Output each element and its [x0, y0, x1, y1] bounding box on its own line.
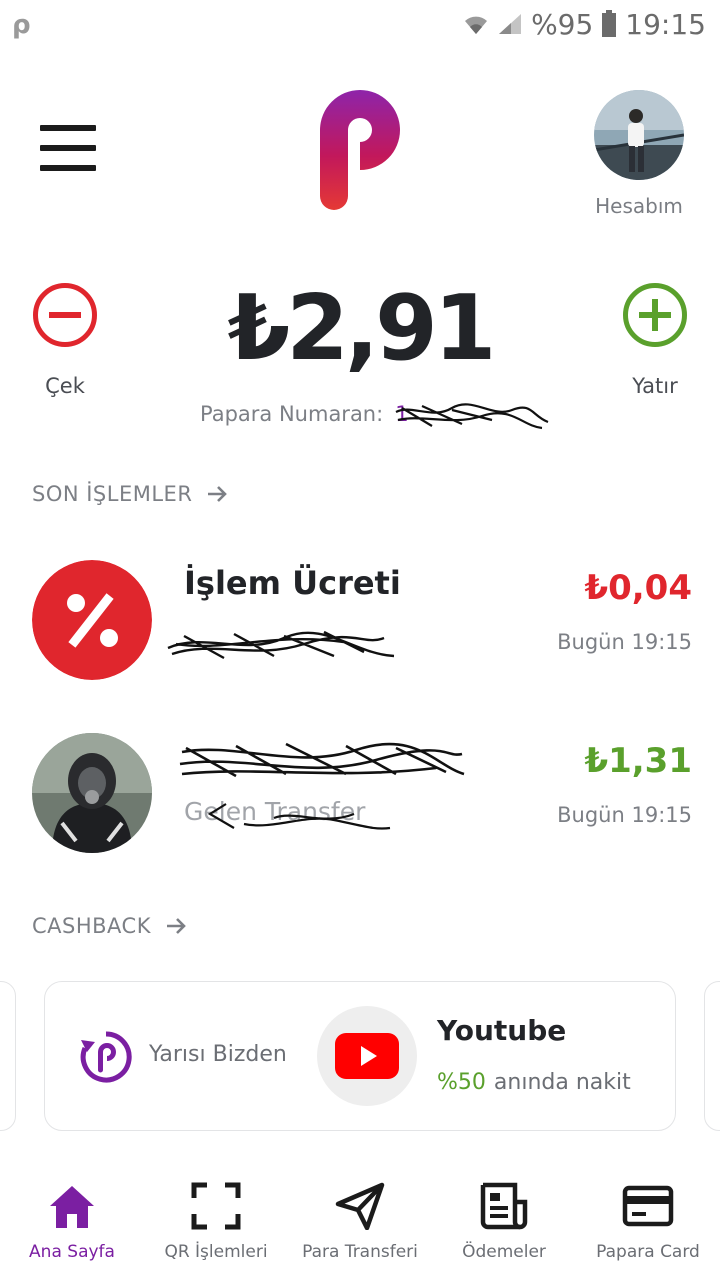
transaction-amount: ₺1,31	[584, 741, 692, 781]
menu-icon[interactable]	[40, 125, 96, 171]
battery-percent: %95	[531, 7, 594, 41]
transaction-title: İşlem Ücreti	[184, 564, 401, 602]
papara-notification-icon: ρ	[12, 10, 31, 40]
nav-home[interactable]: Ana Sayfa	[0, 1170, 144, 1280]
cashback-offer: %50 anında nakit	[437, 1070, 631, 1095]
nav-home-label[interactable]: Ana Sayfa	[0, 1242, 144, 1262]
papara-number: Papara Numaran: 1	[200, 402, 409, 426]
bottom-navigation: Ana Sayfa QR İşlemleri Para Transferi Öd…	[0, 1170, 720, 1280]
youtube-play-icon	[335, 1033, 399, 1079]
transaction-time: Bugün 19:15	[557, 630, 692, 654]
deposit-label[interactable]: Yatır	[600, 374, 710, 398]
card-icon[interactable]	[622, 1182, 674, 1230]
transaction-row[interactable]: Gelen Transfer ₺1,31 Bugün 19:15	[32, 733, 692, 853]
nav-card-label[interactable]: Papara Card	[576, 1242, 720, 1262]
cashback-link[interactable]: CASHBACK	[32, 914, 187, 938]
plus-circle-icon[interactable]	[622, 282, 688, 348]
nav-transfer-label[interactable]: Para Transferi	[288, 1242, 432, 1262]
papara-number-value: 1	[395, 402, 409, 426]
papara-cashback-icon	[80, 1031, 132, 1083]
cashback-label: Yarısı Bizden	[149, 1042, 287, 1067]
qr-scan-icon[interactable]	[191, 1182, 241, 1230]
profile-avatar[interactable]	[594, 90, 684, 180]
nav-payments[interactable]: Ödemeler	[432, 1170, 576, 1280]
youtube-logo	[317, 1006, 417, 1106]
status-bar: ρ %95 19:15	[0, 0, 720, 50]
cashback-brand: Youtube	[437, 1014, 567, 1047]
battery-icon	[602, 10, 617, 37]
redaction-scribble	[395, 403, 549, 430]
recent-transactions-link[interactable]: SON İŞLEMLER	[32, 482, 228, 506]
send-icon[interactable]	[335, 1182, 385, 1230]
cashback-card[interactable]: Yarısı Bizden Youtube %50 anında nakit	[44, 981, 676, 1131]
app-header: Hesabım	[0, 80, 720, 230]
nav-transfer[interactable]: Para Transferi	[288, 1170, 432, 1280]
cashback-title[interactable]: CASHBACK	[32, 914, 151, 938]
papara-logo	[320, 90, 400, 210]
arrow-right-icon[interactable]	[165, 916, 187, 936]
clock: 19:15	[625, 7, 706, 41]
transaction-time: Bugün 19:15	[557, 803, 692, 827]
cashback-card-next[interactable]	[704, 981, 720, 1131]
status-indicators: %95 19:15	[463, 6, 706, 42]
cashback-offer-text: anında nakit	[493, 1070, 631, 1095]
transaction-amount: ₺0,04	[584, 568, 692, 608]
account-button[interactable]: Hesabım	[594, 90, 684, 218]
nav-card[interactable]: Papara Card	[576, 1170, 720, 1280]
home-icon[interactable]	[48, 1182, 96, 1230]
transaction-subtitle: Gelen Transfer	[184, 797, 366, 826]
arrow-right-icon[interactable]	[206, 484, 228, 504]
cashback-card-previous[interactable]	[0, 981, 16, 1131]
wifi-icon	[465, 16, 488, 34]
balance-section: Çek ₺2,91 Yatır Papara Numaran: 1	[0, 270, 720, 440]
sender-avatar	[32, 733, 152, 853]
nav-qr-label[interactable]: QR İşlemleri	[144, 1242, 288, 1262]
recent-transactions-title[interactable]: SON İŞLEMLER	[32, 482, 192, 506]
deposit-button[interactable]: Yatır	[600, 282, 710, 398]
fee-icon	[32, 560, 152, 680]
transaction-row[interactable]: İşlem Ücreti ₺0,04 Bugün 19:15	[32, 560, 692, 680]
signal-icon	[499, 14, 522, 34]
account-label[interactable]: Hesabım	[574, 194, 704, 218]
nav-payments-label[interactable]: Ödemeler	[432, 1242, 576, 1262]
nav-qr[interactable]: QR İşlemleri	[144, 1170, 288, 1280]
bill-icon[interactable]	[479, 1182, 529, 1230]
papara-number-label: Papara Numaran:	[200, 402, 384, 426]
cashback-percent: %50	[437, 1070, 486, 1095]
